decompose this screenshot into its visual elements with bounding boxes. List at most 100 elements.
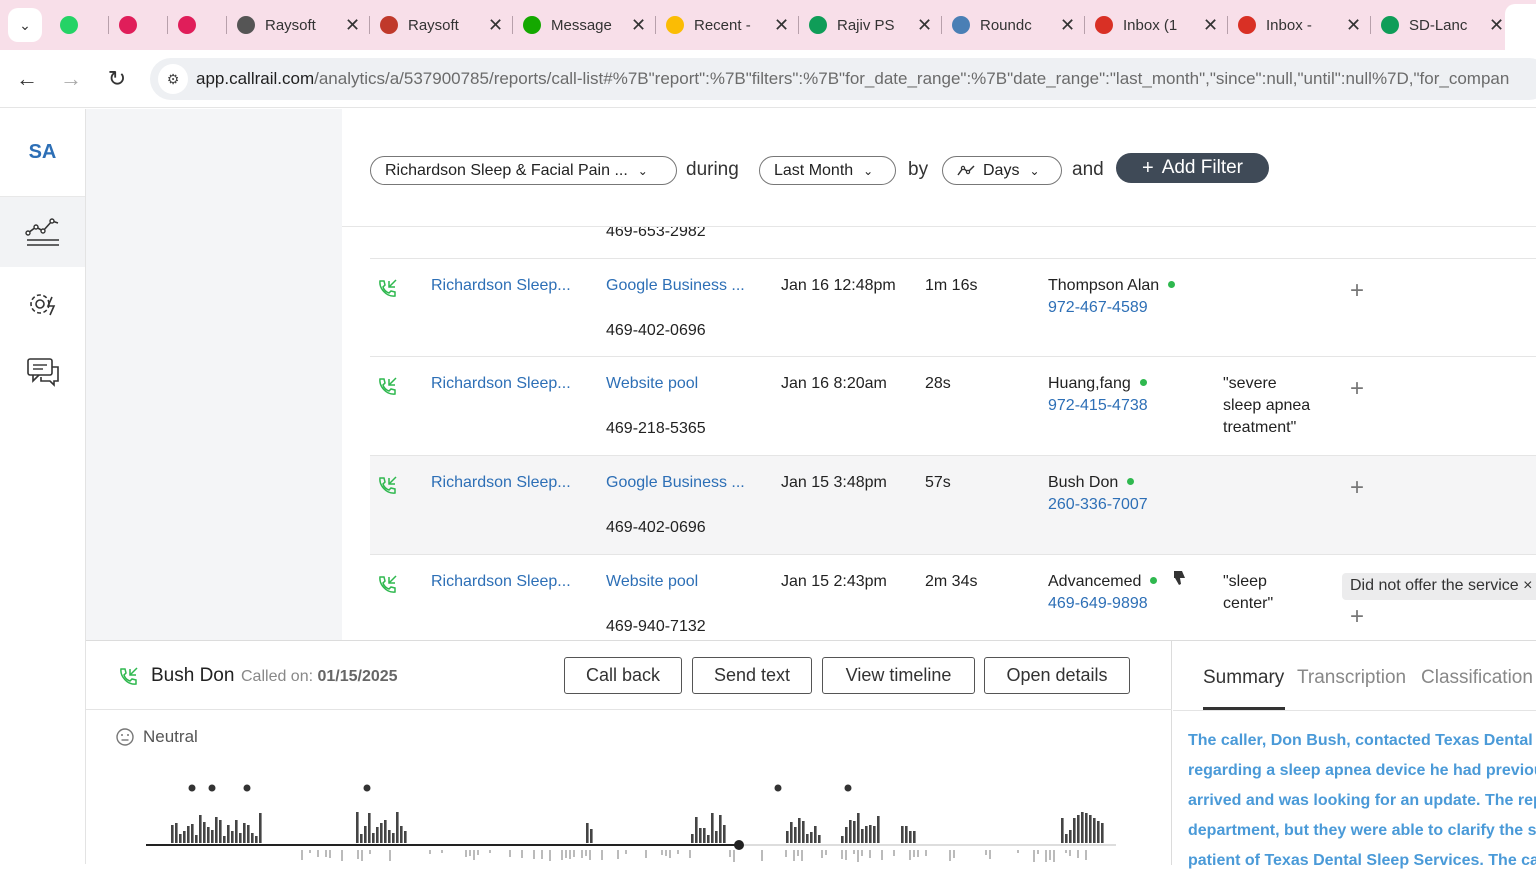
account-avatar[interactable]: SA xyxy=(0,109,85,197)
caller-name: Advancemed xyxy=(1048,573,1142,590)
waveform-bar xyxy=(853,821,856,843)
open-details-button[interactable]: Open details xyxy=(984,657,1130,694)
close-icon[interactable]: × xyxy=(1523,577,1532,594)
sidebar-item-settings[interactable] xyxy=(0,269,85,339)
waveform-bar xyxy=(195,835,198,843)
caller-phone-link[interactable]: 972-415-4738 xyxy=(1048,397,1148,415)
tab-summary[interactable]: Summary xyxy=(1203,667,1284,689)
add-tag-plus-icon[interactable]: + xyxy=(1350,603,1364,631)
call-datetime: Jan 15 3:48pm xyxy=(781,474,887,491)
summary-line: The caller, Don Bush, contacted Texas De… xyxy=(1188,732,1536,749)
source-link[interactable]: Google Business ... xyxy=(606,474,745,492)
waveform-bar xyxy=(785,850,787,857)
table-row[interactable]: Richardson Sleep... Google Business ... 46… xyxy=(370,456,1536,555)
company-link[interactable]: Richardson Sleep... xyxy=(431,375,571,393)
caller-name-cell: Bush Don xyxy=(1048,474,1135,492)
active-tab[interactable] xyxy=(1505,4,1536,50)
caller-name: Bush Don xyxy=(151,665,235,686)
browser-tab[interactable]: Raysoft ✕ xyxy=(227,8,370,42)
send-text-button[interactable]: Send text xyxy=(692,657,812,694)
add-filter-button[interactable]: + Add Filter xyxy=(1116,153,1269,183)
close-tab-icon[interactable]: ✕ xyxy=(488,15,503,36)
tab-title: Inbox - xyxy=(1266,16,1312,34)
waveform-bar xyxy=(818,835,821,843)
browser-tab[interactable]: Rajiv PS ✕ xyxy=(799,8,942,42)
company-link[interactable]: Richardson Sleep... xyxy=(431,474,571,492)
sidebar-item-messages[interactable] xyxy=(0,337,85,407)
date-range-dropdown[interactable]: Last Month ⌄ xyxy=(759,156,896,185)
forward-arrow-icon[interactable]: → xyxy=(56,64,86,94)
company-link[interactable]: Richardson Sleep... xyxy=(431,277,571,295)
chevron-down-icon: ⌄ xyxy=(637,163,648,178)
caller-phone-link[interactable]: 469-649-9898 xyxy=(1048,595,1148,613)
tab-classification[interactable]: Classification xyxy=(1421,667,1533,689)
company-link[interactable]: Richardson Sleep... xyxy=(431,573,571,591)
sentiment: Neutral xyxy=(115,727,198,747)
browser-tab[interactable] xyxy=(109,8,157,42)
summary-line: patient of Texas Dental Sleep Services. … xyxy=(1188,852,1536,869)
sidebar-item-analytics[interactable] xyxy=(0,197,85,267)
browser-tab[interactable]: SD-Lanc ✕ xyxy=(1371,8,1514,42)
call-back-button[interactable]: Call back xyxy=(564,657,682,694)
gmail-icon xyxy=(1095,16,1113,34)
waveform-bar xyxy=(341,850,343,861)
company-filter-dropdown[interactable]: Richardson Sleep & Facial Pain ... ⌄ xyxy=(370,156,677,185)
add-tag-plus-icon[interactable]: + xyxy=(1350,375,1364,403)
browser-tab[interactable]: Roundc ✕ xyxy=(942,8,1085,42)
close-tab-icon[interactable]: ✕ xyxy=(345,15,360,36)
waveform-bar xyxy=(199,815,202,843)
call-duration: 57s xyxy=(925,474,951,491)
table-row[interactable]: Richardson Sleep... Website pool 469-218-5… xyxy=(370,357,1536,456)
moment-marker-dot xyxy=(363,784,371,792)
back-arrow-icon[interactable]: ← xyxy=(12,64,42,94)
summary-line: department, but they were able to clarif… xyxy=(1188,822,1536,839)
waveform-bar xyxy=(360,834,363,843)
call-datetime: Jan 16 12:48pm xyxy=(781,277,896,294)
inbound-call-icon xyxy=(376,278,398,305)
thumbs-down-icon[interactable] xyxy=(1172,569,1188,592)
caller-name: Bush Don xyxy=(1048,474,1119,491)
close-tab-icon[interactable]: ✕ xyxy=(1346,15,1361,36)
tab-transcription[interactable]: Transcription xyxy=(1297,667,1406,689)
browser-tab[interactable]: Raysoft ✕ xyxy=(370,8,513,42)
reload-icon[interactable]: ↻ xyxy=(102,64,132,94)
tab-search-chevron-icon[interactable]: ⌄ xyxy=(8,8,42,42)
close-tab-icon[interactable]: ✕ xyxy=(917,15,932,36)
waveform-bar xyxy=(361,850,363,861)
moment-marker-dot xyxy=(188,784,196,792)
browser-tab[interactable] xyxy=(168,8,216,42)
add-tag-plus-icon[interactable]: + xyxy=(1350,474,1364,502)
table-row[interactable]: Richardson Sleep... Website pool 469-940-7… xyxy=(370,555,1536,640)
view-timeline-button[interactable]: View timeline xyxy=(822,657,975,694)
source-link[interactable]: Website pool xyxy=(606,375,698,393)
add-tag-plus-icon[interactable]: + xyxy=(1350,277,1364,305)
close-tab-icon[interactable]: ✕ xyxy=(1489,15,1504,36)
source-link[interactable]: Google Business ... xyxy=(606,277,745,295)
waveform-bar xyxy=(985,850,987,855)
browser-tab[interactable]: Message ✕ xyxy=(513,8,656,42)
browser-tab[interactable]: Recent - ✕ xyxy=(656,8,799,42)
browser-tab[interactable]: Inbox (1 ✕ xyxy=(1085,8,1228,42)
caller-phone-link[interactable]: 972-467-4589 xyxy=(1048,299,1148,317)
waveform-bar xyxy=(392,833,395,843)
close-tab-icon[interactable]: ✕ xyxy=(1060,15,1075,36)
audio-waveform[interactable] xyxy=(141,781,1121,865)
waveform-bar xyxy=(814,826,817,843)
browser-tab[interactable]: Inbox - ✕ xyxy=(1228,8,1371,42)
call-duration: 1m 16s xyxy=(925,277,978,294)
tag-pill[interactable]: Did not offer the service × xyxy=(1342,573,1536,600)
waveform-bar xyxy=(665,850,667,856)
source-link[interactable]: Website pool xyxy=(606,573,698,591)
waveform-bar xyxy=(917,850,919,857)
keyword-text: "severe xyxy=(1223,375,1277,392)
site-settings-icon[interactable]: ⚙ xyxy=(158,64,188,94)
browser-tab[interactable] xyxy=(50,8,98,42)
granularity-dropdown[interactable]: Days ⌄ xyxy=(942,156,1062,185)
close-tab-icon[interactable]: ✕ xyxy=(631,15,646,36)
address-bar[interactable]: ⚙ app.callrail.com/analytics/a/537900785… xyxy=(150,58,1536,100)
table-row[interactable]: Richardson Sleep... Google Business ... 46… xyxy=(370,259,1536,357)
close-tab-icon[interactable]: ✕ xyxy=(1203,15,1218,36)
waveform-bar xyxy=(251,833,254,843)
close-tab-icon[interactable]: ✕ xyxy=(774,15,789,36)
caller-phone-link[interactable]: 260-336-7007 xyxy=(1048,496,1148,514)
